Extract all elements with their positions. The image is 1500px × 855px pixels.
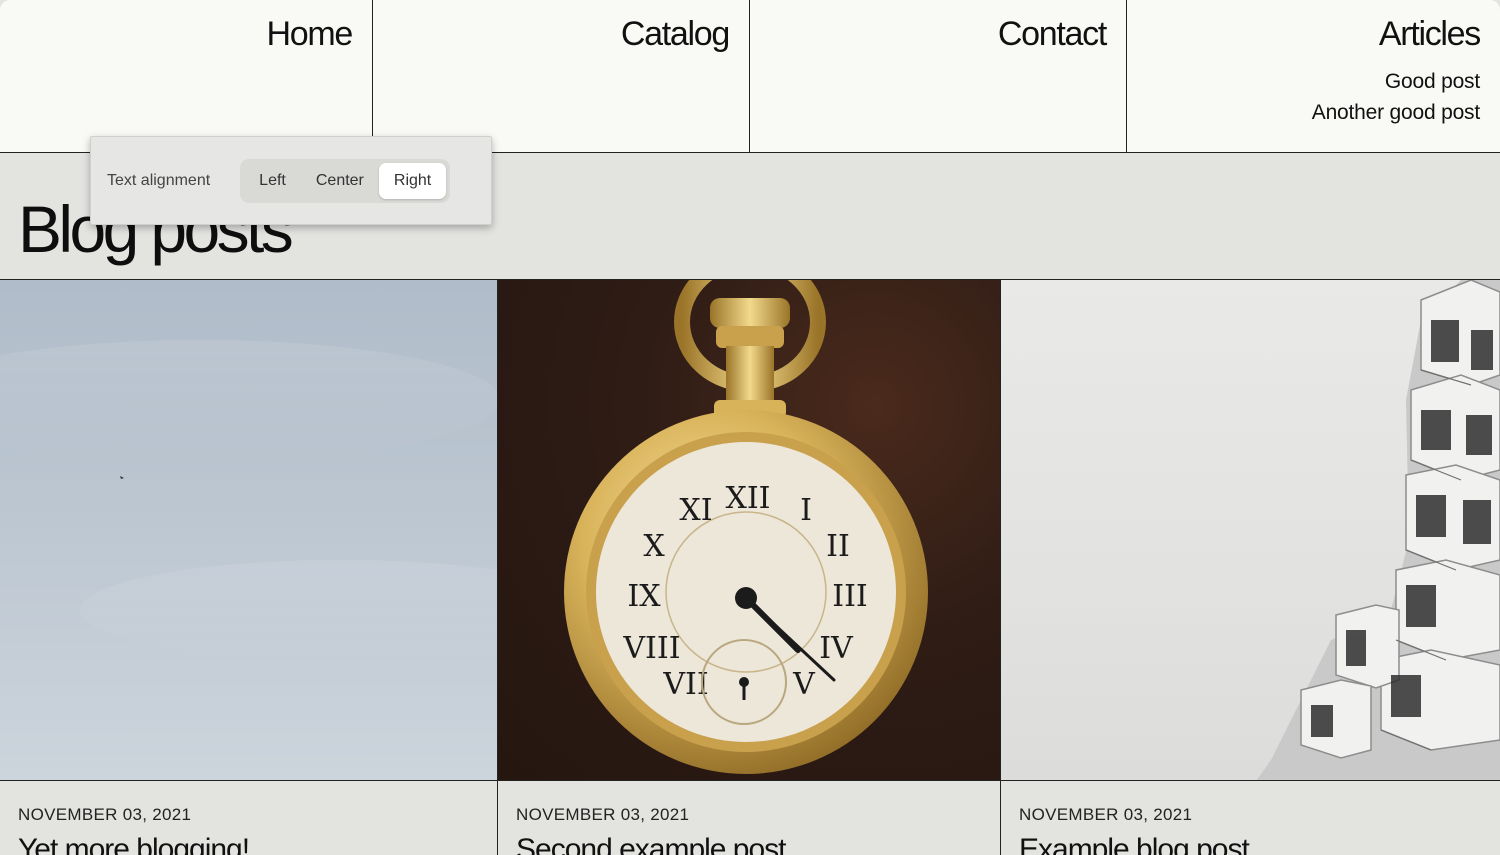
post-image-sky[interactable] (0, 280, 497, 781)
post-date: NOVEMBER 03, 2021 (516, 805, 690, 824)
post-date: NOVEMBER 03, 2021 (18, 805, 192, 824)
post-card[interactable]: NOVEMBER 03, 2021 Example blog post (1001, 280, 1500, 855)
align-right-button[interactable]: Right (378, 162, 447, 199)
svg-text:VIII: VIII (622, 631, 680, 666)
nav-cell-articles: Articles Good post Another good post (1127, 0, 1500, 152)
svg-text:IX: IX (627, 579, 661, 614)
svg-text:V: V (792, 667, 816, 702)
nav-cell-catalog: Catalog (373, 0, 750, 152)
nav-cell-home: Home (0, 0, 373, 152)
align-center-button[interactable]: Center (301, 163, 379, 199)
svg-text:I: I (800, 493, 812, 528)
nav-link-articles[interactable]: Articles (1127, 14, 1481, 54)
post-grid: NOVEMBER 03, 2021 Yet more blogging! XII… (0, 280, 1500, 855)
building-illustration (1256, 280, 1500, 780)
articles-submenu: Good post Another good post (1127, 66, 1480, 128)
page: Home Catalog Contact Articles Good post … (0, 0, 1500, 855)
submenu-link-another-good-post[interactable]: Another good post (1127, 97, 1480, 128)
post-card[interactable]: XII I II III IV V VII VIII IX X XI NOVEM… (498, 280, 1001, 855)
svg-text:XI: XI (679, 493, 712, 528)
nav-link-contact[interactable]: Contact (750, 14, 1107, 54)
svg-text:III: III (832, 579, 868, 614)
align-left-button[interactable]: Left (244, 163, 301, 199)
svg-text:IV: IV (819, 631, 854, 666)
bird-icon (120, 476, 124, 479)
post-image-building[interactable] (1001, 280, 1500, 781)
post-image-pocket-watch[interactable]: XII I II III IV V VII VIII IX X XI (498, 280, 1000, 781)
nav-link-catalog[interactable]: Catalog (373, 14, 730, 54)
svg-text:II: II (826, 529, 850, 564)
svg-text:XII: XII (725, 481, 770, 516)
pocket-watch-illustration: XII I II III IV V VII VIII IX X XI (564, 280, 928, 774)
post-title-link[interactable]: Yet more blogging! (18, 833, 250, 855)
text-alignment-popover: Text alignment Left Center Right (90, 136, 492, 225)
text-alignment-label: Text alignment (107, 171, 211, 189)
top-nav: Home Catalog Contact Articles Good post … (0, 0, 1500, 153)
text-alignment-segmented-control: Left Center Right (240, 158, 451, 203)
submenu-link-good-post[interactable]: Good post (1127, 66, 1480, 97)
post-title-link[interactable]: Example blog post (1019, 833, 1250, 855)
post-title-link[interactable]: Second example post (516, 833, 787, 855)
nav-cell-contact: Contact (750, 0, 1127, 152)
post-card[interactable]: NOVEMBER 03, 2021 Yet more blogging! (0, 280, 498, 855)
post-date: NOVEMBER 03, 2021 (1019, 805, 1193, 824)
nav-link-home[interactable]: Home (0, 14, 354, 54)
svg-text:X: X (643, 529, 665, 564)
sky-illustration (0, 340, 497, 660)
